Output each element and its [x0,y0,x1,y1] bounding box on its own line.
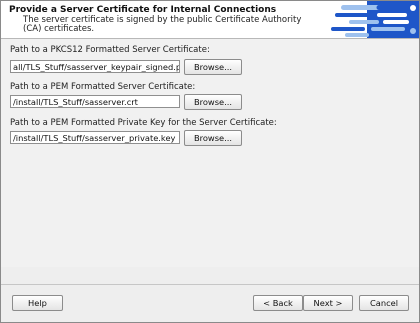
private-key-path-input[interactable]: /install/TLS_Stuff/sasserver_private.key [10,131,180,144]
cancel-button[interactable]: Cancel [359,295,409,311]
next-button[interactable]: Next > [303,295,353,311]
pem-cert-browse-label: Browse... [193,97,233,107]
pem-cert-path-label: Path to a PEM Formatted Server Certifica… [10,82,196,92]
footer-divider [1,284,419,285]
page-title: Provide a Server Certificate for Interna… [9,5,277,15]
wizard-content: Path to a PKCS12 Formatted Server Certif… [1,39,419,267]
pem-cert-path-input[interactable]: /install/TLS_Stuff/sasserver.crt [10,95,180,108]
private-key-browse-button[interactable]: Browse... [184,130,242,146]
pkcs12-path-input[interactable]: all/TLS_Stuff/sasserver_keypair_signed.p… [10,60,180,73]
back-button[interactable]: < Back [253,295,303,311]
page-description: The server certificate is signed by the … [23,16,301,34]
cancel-button-label: Cancel [369,298,399,308]
help-button-label: Help [28,298,47,308]
help-button[interactable]: Help [12,295,63,311]
pkcs12-browse-label: Browse... [193,62,233,72]
private-key-path-label: Path to a PEM Formatted Private Key for … [10,118,277,128]
page-description-line-2: (CA) certificates. [23,24,95,34]
brand-banner-graphic [327,1,419,38]
wizard-window: Provide a Server Certificate for Interna… [0,0,420,323]
private-key-browse-label: Browse... [193,133,233,143]
back-button-label: < Back [263,298,293,308]
wizard-header: Provide a Server Certificate for Interna… [1,1,419,39]
pkcs12-path-label: Path to a PKCS12 Formatted Server Certif… [10,45,210,55]
pkcs12-browse-button[interactable]: Browse... [184,59,242,75]
pem-cert-browse-button[interactable]: Browse... [184,94,242,110]
next-button-label: Next > [313,298,343,308]
